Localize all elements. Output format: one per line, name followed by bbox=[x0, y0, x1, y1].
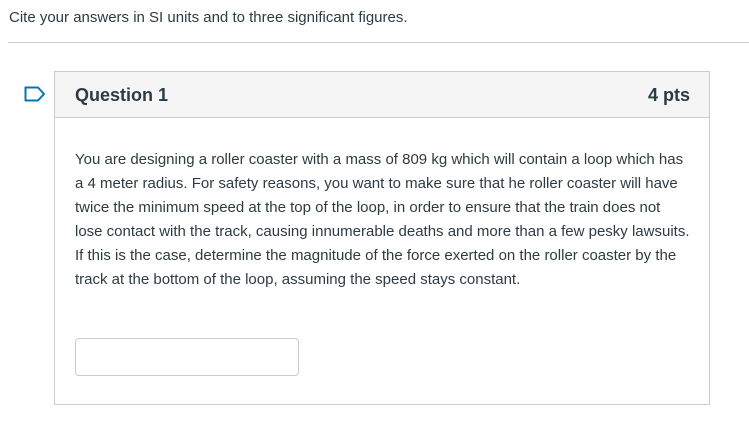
instructions-text: Cite your answers in SI units and to thr… bbox=[9, 9, 408, 26]
question-points: 4 pts bbox=[647, 85, 690, 105]
flag-icon[interactable] bbox=[24, 86, 46, 102]
question-card: Question 1 4 pts You are designing a rol… bbox=[54, 71, 710, 405]
question-title: Question 1 bbox=[75, 85, 169, 105]
question-header: Question 1 4 pts bbox=[55, 72, 709, 118]
answer-input[interactable] bbox=[75, 338, 299, 376]
question-text: You are designing a roller coaster with … bbox=[75, 151, 690, 288]
divider bbox=[8, 42, 749, 43]
